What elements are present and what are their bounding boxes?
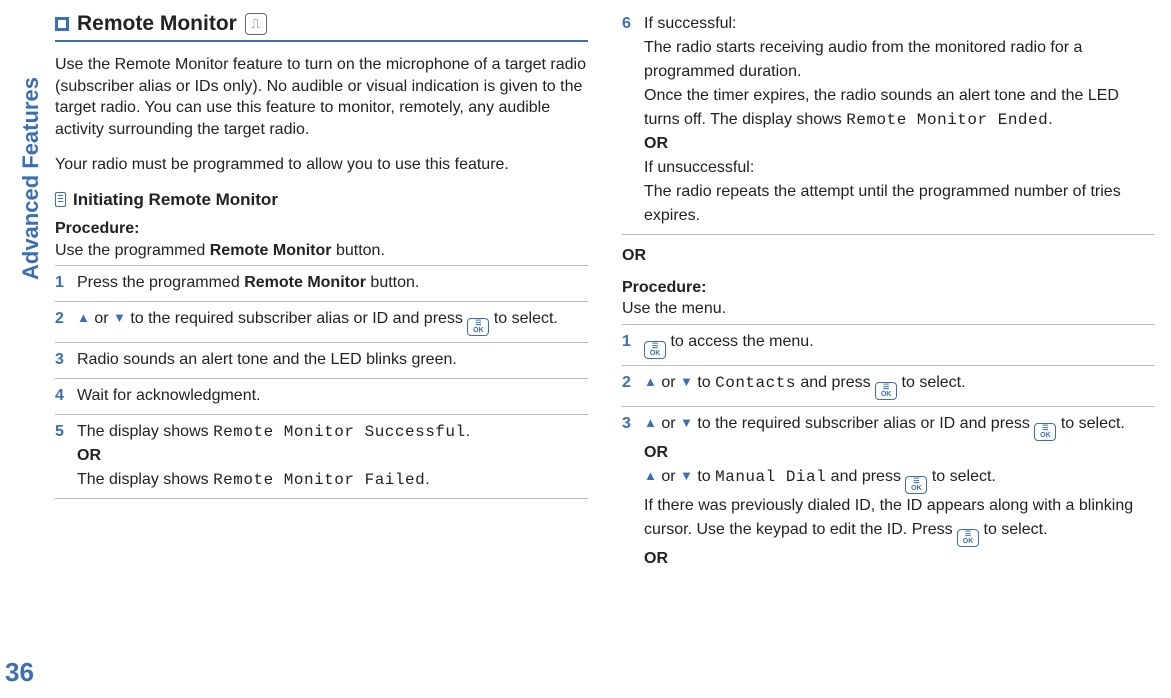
remote-monitor-icon: ⎍ [245, 13, 267, 35]
subsection-title: Initiating Remote Monitor [73, 190, 278, 210]
nav-down-icon: ▼ [680, 468, 693, 483]
step-row: 1 Press the programmed Remote Monitor bu… [55, 265, 588, 301]
step-row: 6 If successful: The radio starts receiv… [622, 12, 1155, 235]
step-row: 1 ☰OK to access the menu. [622, 324, 1155, 365]
step-text: Radio sounds an alert tone and the LED b… [77, 348, 588, 372]
step-number: 3 [622, 412, 636, 571]
step-number: 2 [55, 307, 69, 336]
ok-button-icon: ☰OK [644, 341, 666, 359]
section-bullet-icon [55, 17, 69, 31]
step-row: 4 Wait for acknowledgment. [55, 378, 588, 414]
nav-up-icon: ▲ [644, 415, 657, 430]
ok-button-icon: ☰OK [875, 382, 897, 400]
step-number: 2 [622, 371, 636, 400]
sidebar-section-label: Advanced Features [18, 77, 44, 280]
step-row: 2 ▲ or ▼ to the required subscriber alia… [55, 301, 588, 342]
section-title: Remote Monitor [77, 12, 237, 36]
nav-up-icon: ▲ [77, 310, 90, 325]
ok-button-icon: ☰OK [467, 318, 489, 336]
step-text: If successful: The radio starts receivin… [644, 12, 1155, 228]
step-text: ▲ or ▼ to the required subscriber alias … [644, 412, 1155, 571]
step-number: 4 [55, 384, 69, 408]
step-row: 3 Radio sounds an alert tone and the LED… [55, 342, 588, 378]
step-text: ☰OK to access the menu. [644, 330, 1155, 359]
nav-down-icon: ▼ [113, 310, 126, 325]
nav-down-icon: ▼ [680, 415, 693, 430]
step-row: 5 The display shows Remote Monitor Succe… [55, 414, 588, 499]
ok-button-icon: ☰OK [905, 476, 927, 494]
intro-paragraph-2: Your radio must be programmed to allow y… [55, 154, 588, 176]
step-text: Press the programmed Remote Monitor butt… [77, 271, 588, 295]
nav-up-icon: ▲ [644, 468, 657, 483]
intro-paragraph-1: Use the Remote Monitor feature to turn o… [55, 54, 588, 140]
step-number: 3 [55, 348, 69, 372]
step-row: 3 ▲ or ▼ to the required subscriber alia… [622, 406, 1155, 577]
procedure-doc-icon [55, 192, 66, 207]
step-row: 2 ▲ or ▼ to Contacts and press ☰OK to se… [622, 365, 1155, 406]
procedure-heading-2: Procedure: Use the menu. [622, 277, 1155, 320]
step-text: ▲ or ▼ to Contacts and press ☰OK to sele… [644, 371, 1155, 400]
nav-up-icon: ▲ [644, 374, 657, 389]
step-number: 1 [55, 271, 69, 295]
step-number: 5 [55, 420, 69, 492]
step-text: Wait for acknowledgment. [77, 384, 588, 408]
step-text: ▲ or ▼ to the required subscriber alias … [77, 307, 588, 336]
procedure-heading: Procedure: Use the programmed Remote Mon… [55, 218, 588, 261]
page-number: 36 [5, 657, 34, 688]
step-number: 6 [622, 12, 636, 228]
or-separator: OR [622, 245, 1155, 267]
ok-button-icon: ☰OK [957, 529, 979, 547]
step-text: The display shows Remote Monitor Success… [77, 420, 588, 492]
ok-button-icon: ☰OK [1034, 423, 1056, 441]
section-rule [55, 40, 588, 42]
step-number: 1 [622, 330, 636, 359]
nav-down-icon: ▼ [680, 374, 693, 389]
